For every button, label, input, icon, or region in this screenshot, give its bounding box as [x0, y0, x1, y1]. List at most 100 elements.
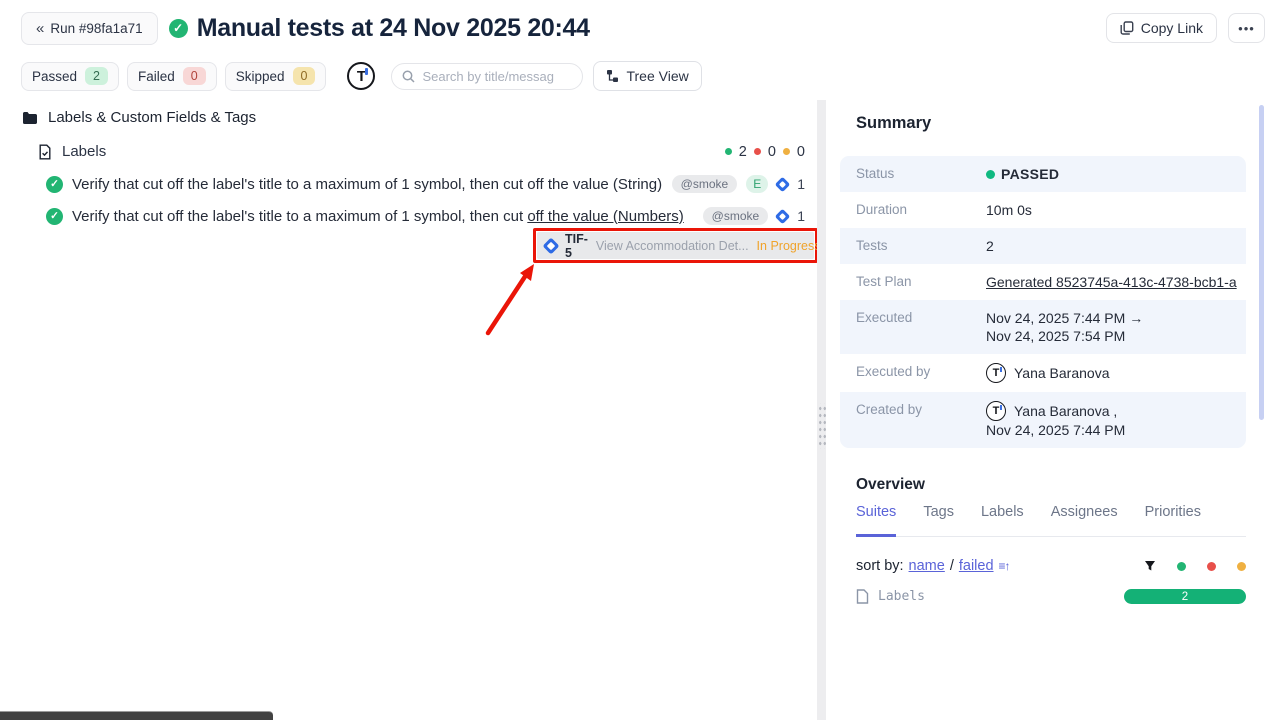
testplan-link[interactable]: Generated 8523745a-413c-4738-bcb1-a — [986, 273, 1237, 291]
avatar-initial: T — [993, 402, 1000, 420]
summary-row-executedby: Executed by T Yana Baranova — [840, 354, 1246, 392]
executed-label: Executed — [856, 309, 986, 325]
createdby-value: T Yana Baranova , Nov 24, 2025 7:44 PM — [986, 401, 1125, 439]
suite-passed-count: 2 — [739, 144, 747, 160]
createdby-date: Nov 24, 2025 7:44 PM — [986, 421, 1125, 439]
sort-by-label: sort by: — [856, 558, 904, 574]
back-button-label: Run #98fa1a71 — [50, 21, 142, 36]
folder-icon — [22, 111, 38, 125]
sort-by-failed-link[interactable]: failed — [959, 558, 994, 574]
filter-funnel-icon[interactable] — [1144, 560, 1156, 572]
page-title: Manual tests at 24 Nov 2025 20:44 — [197, 14, 590, 43]
suite-failed-count: 0 — [768, 144, 776, 160]
progress-bar-count: 2 — [1182, 591, 1188, 603]
filter-skipped-button[interactable]: Skipped 0 — [225, 62, 327, 91]
tests-value: 2 — [986, 237, 994, 255]
user-avatar: T — [986, 401, 1006, 421]
overview-suite-row[interactable]: Labels 2 — [856, 589, 1246, 604]
overview-suite-name[interactable]: Labels — [878, 589, 925, 604]
avatar-initial: T — [993, 364, 1000, 382]
search-input[interactable] — [422, 69, 572, 84]
test-row-string[interactable]: Verify that cut off the label's title to… — [0, 168, 817, 200]
ellipsis-icon: ••• — [1238, 21, 1255, 36]
tab-tags[interactable]: Tags — [923, 504, 954, 536]
tag-badge[interactable]: @smoke — [703, 207, 769, 225]
linked-issue-popup[interactable]: TIF-5 View Accommodation Det... In Progr… — [537, 232, 814, 259]
sort-row: sort by: name / failed ≡↑ — [856, 558, 1246, 574]
issue-count: 1 — [797, 176, 805, 192]
status-text: PASSED — [1001, 165, 1059, 183]
sidebar-scrollbar-thumb[interactable] — [1259, 105, 1264, 420]
failed-count-badge: 0 — [183, 67, 206, 85]
summary-heading: Summary — [856, 114, 931, 133]
overview-tabs: Suites Tags Labels Assignees Priorities — [856, 504, 1246, 537]
tab-suites[interactable]: Suites — [856, 504, 896, 537]
top-bar: « Run #98fa1a71 Manual tests at 24 Nov 2… — [0, 0, 1280, 56]
legend-failed-dot-icon — [1207, 562, 1216, 571]
search-box[interactable] — [391, 63, 583, 90]
jira-issue-icon[interactable] — [775, 208, 791, 224]
summary-row-testplan: Test Plan Generated 8523745a-413c-4738-b… — [840, 264, 1246, 300]
filter-failed-button[interactable]: Failed 0 — [127, 62, 217, 91]
copy-icon — [1120, 21, 1134, 35]
splitter-drag-handle-icon[interactable] — [817, 403, 826, 449]
test-passed-icon — [46, 176, 63, 193]
failed-dot-icon — [754, 148, 761, 155]
issue-status-badge: In Progress — [757, 239, 821, 253]
more-actions-button[interactable]: ••• — [1228, 13, 1265, 43]
status-legend — [1144, 560, 1246, 572]
tab-labels[interactable]: Labels — [981, 504, 1024, 536]
summary-row-tests: Tests 2 — [840, 228, 1246, 264]
summary-sidebar: Summary Status PASSED Duration 10m 0s Te… — [826, 100, 1280, 720]
skipped-dot-icon — [783, 148, 790, 155]
tree-view-button[interactable]: Tree View — [593, 61, 701, 91]
skipped-count-badge: 0 — [293, 67, 316, 85]
pane-splitter[interactable] — [817, 100, 826, 720]
tree-suite-row[interactable]: Labels 2 0 0 — [0, 135, 817, 168]
user-avatar-filter[interactable]: T — [347, 62, 375, 90]
passed-filter-label: Passed — [32, 69, 77, 84]
tab-priorities[interactable]: Priorities — [1145, 504, 1201, 536]
passed-check-icon — [169, 19, 188, 38]
createdby-person: T Yana Baranova , — [986, 401, 1125, 421]
passed-progress-bar: 2 — [1124, 589, 1246, 604]
jira-issue-icon[interactable] — [775, 176, 791, 192]
executed-to: Nov 24, 2025 7:54 PM — [986, 327, 1143, 345]
test-title-part1: Verify that cut off the label's title to… — [72, 208, 527, 225]
suite-file-icon — [38, 144, 52, 160]
passed-count-badge: 2 — [85, 67, 108, 85]
test-badges: @smoke E 1 — [672, 175, 805, 193]
issue-title[interactable]: View Accommodation Det... — [596, 239, 749, 253]
test-title[interactable]: Verify that cut off the label's title to… — [72, 176, 662, 193]
env-badge[interactable]: E — [746, 175, 768, 193]
status-dot-icon — [986, 170, 995, 179]
back-to-run-button[interactable]: « Run #98fa1a71 — [21, 12, 158, 45]
test-tree-pane: Labels & Custom Fields & Tags Labels 2 0… — [0, 100, 817, 720]
status-label: Status — [856, 165, 986, 181]
tag-badge[interactable]: @smoke — [672, 175, 738, 193]
duration-value: 10m 0s — [986, 201, 1032, 219]
issue-key[interactable]: TIF-5 — [565, 232, 588, 260]
status-value: PASSED — [986, 165, 1059, 183]
issue-count: 1 — [797, 208, 805, 224]
executed-value: Nov 24, 2025 7:44 PM → Nov 24, 2025 7:54… — [986, 309, 1143, 345]
bottom-overlay-bar — [0, 711, 273, 720]
tree-view-label: Tree View — [626, 68, 688, 84]
tab-assignees[interactable]: Assignees — [1051, 504, 1118, 536]
sort-by-name-link[interactable]: name — [909, 558, 945, 574]
test-title[interactable]: Verify that cut off the label's title to… — [72, 208, 684, 225]
double-chevron-left-icon: « — [36, 20, 43, 37]
passed-dot-icon — [725, 148, 732, 155]
legend-passed-dot-icon — [1177, 562, 1186, 571]
search-icon — [402, 70, 415, 83]
copy-link-button[interactable]: Copy Link — [1106, 13, 1217, 43]
sort-direction-icon[interactable]: ≡↑ — [999, 559, 1010, 573]
skipped-filter-label: Skipped — [236, 69, 285, 84]
failed-filter-label: Failed — [138, 69, 175, 84]
filter-passed-button[interactable]: Passed 2 — [21, 62, 119, 91]
summary-row-status: Status PASSED — [840, 156, 1246, 192]
test-badges: @smoke 1 — [703, 207, 805, 225]
jira-issue-icon — [543, 237, 560, 254]
createdby-label: Created by — [856, 401, 986, 417]
tree-folder-row[interactable]: Labels & Custom Fields & Tags — [0, 100, 817, 135]
